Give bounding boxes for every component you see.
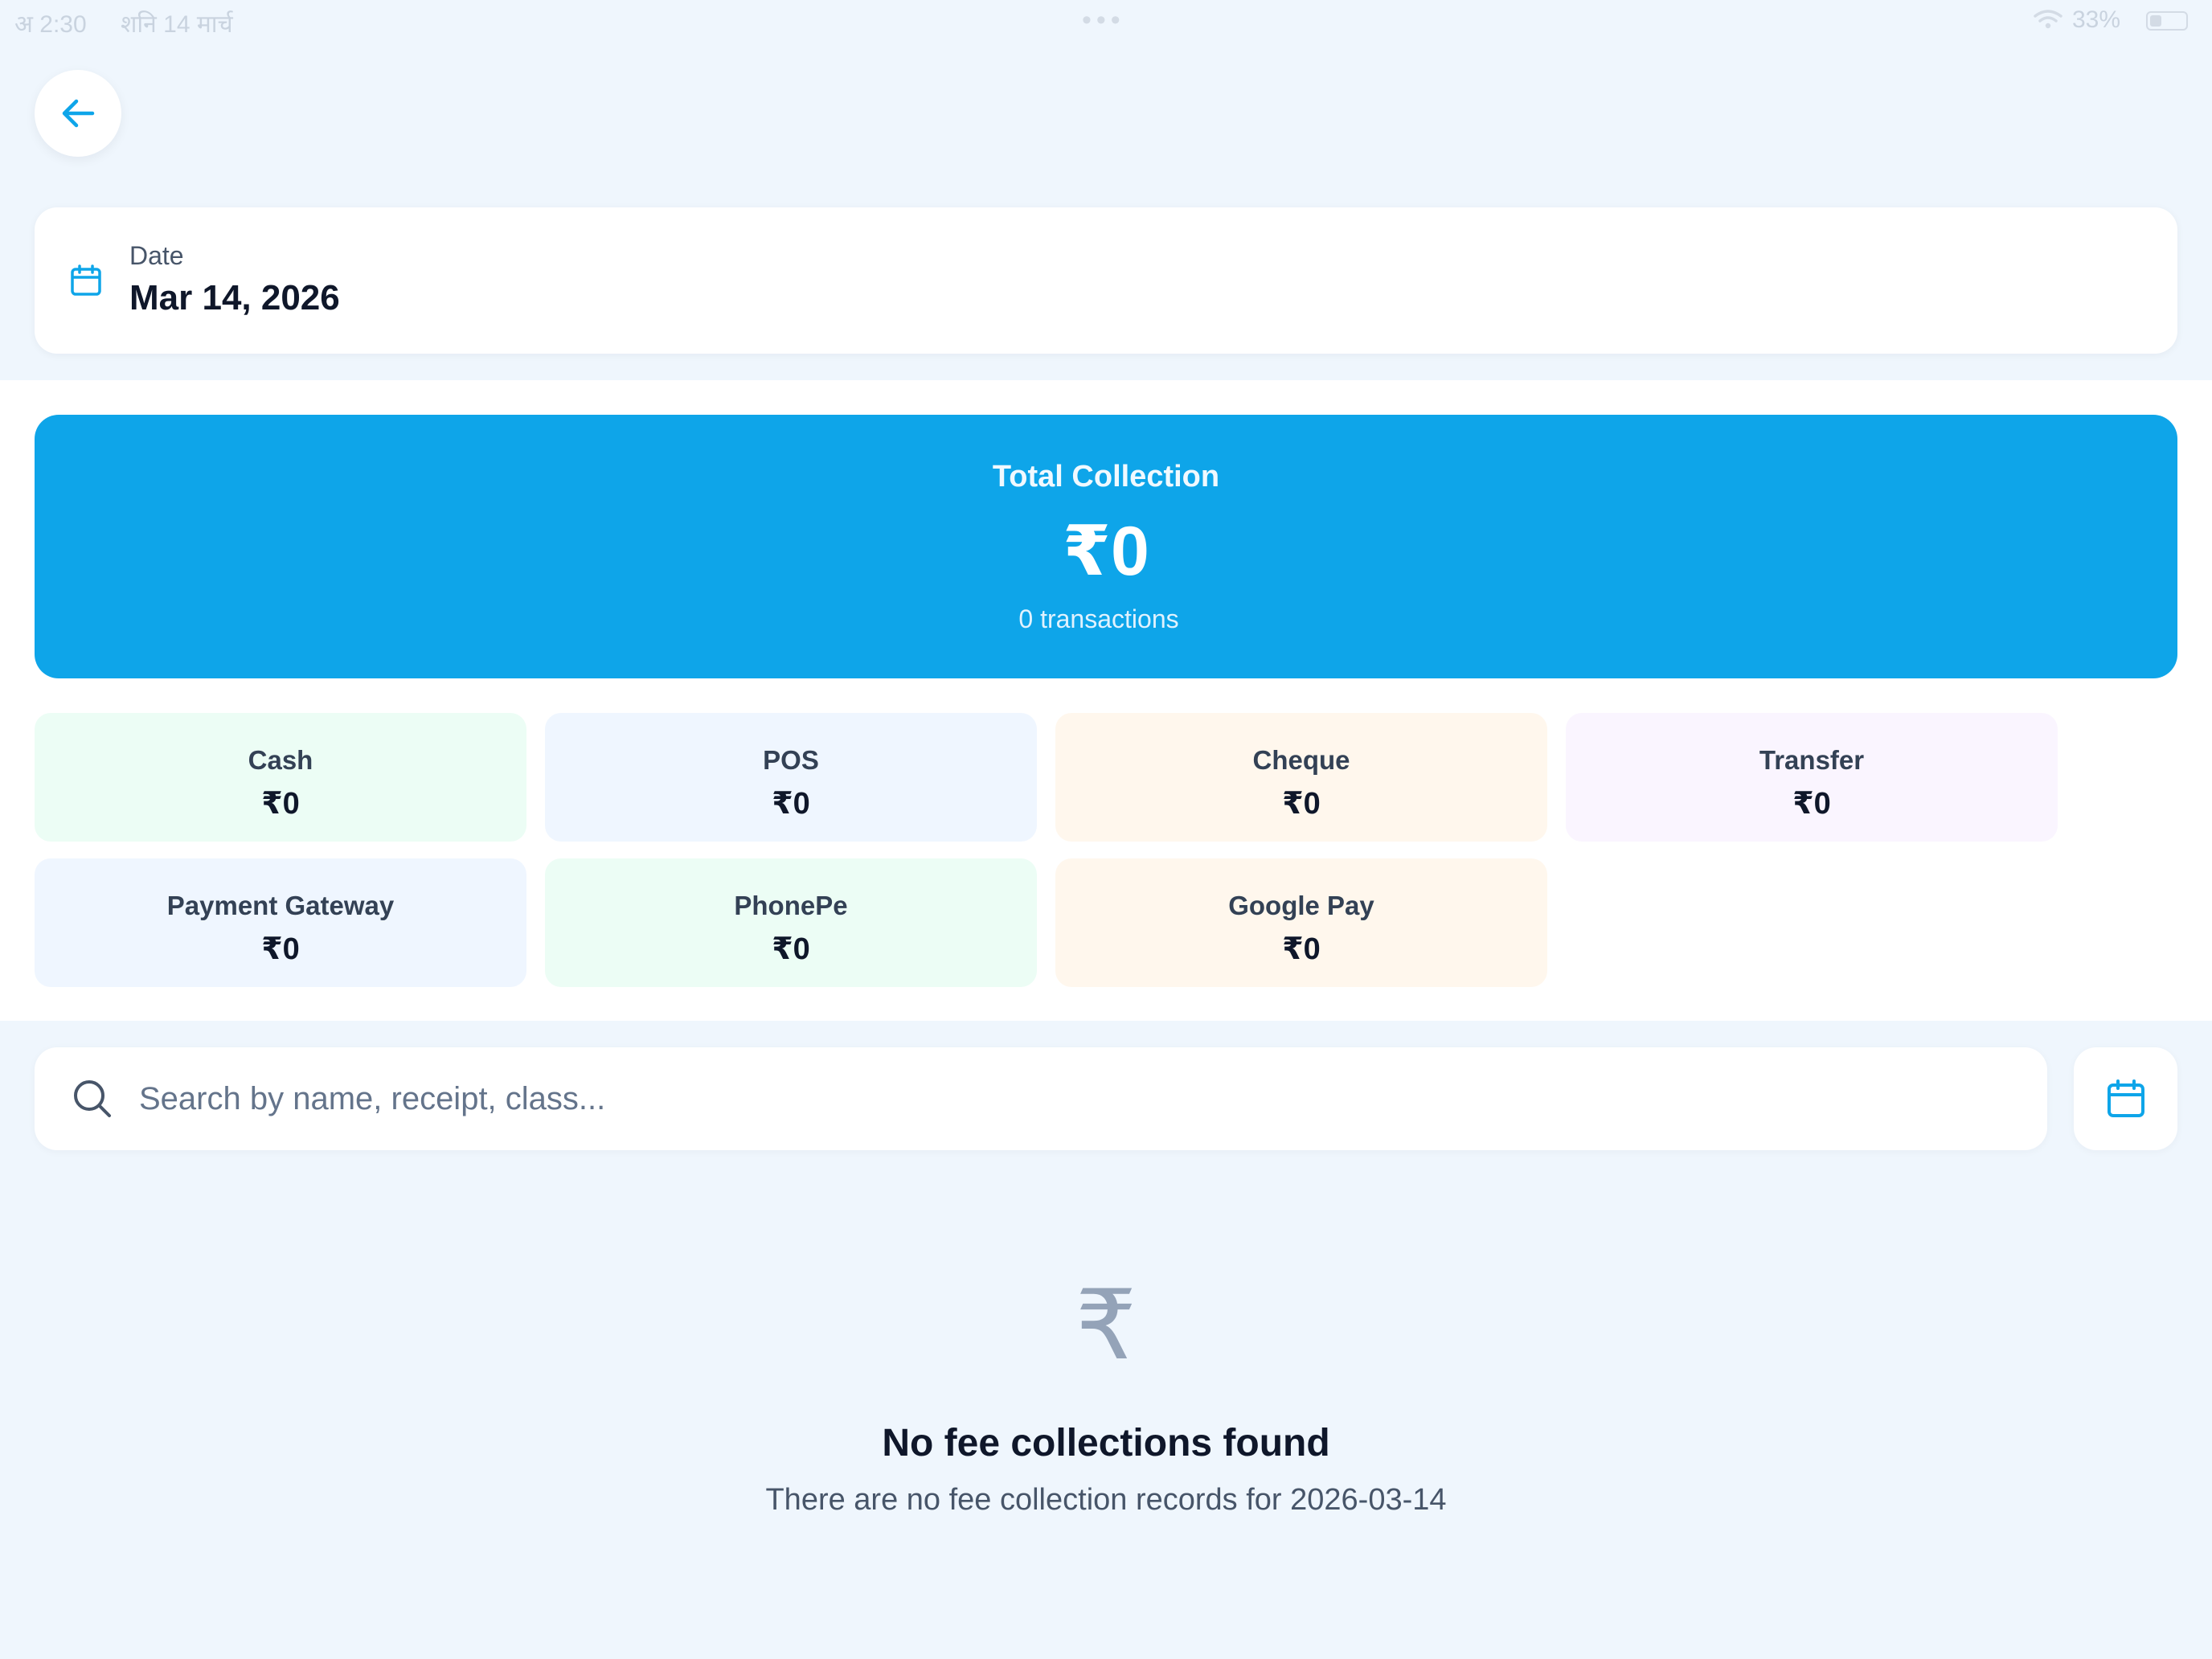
back-button[interactable] bbox=[35, 70, 121, 157]
payment-tile-label: Google Pay bbox=[1228, 891, 1374, 920]
battery-icon bbox=[2146, 11, 2188, 31]
battery-percentage: 33% bbox=[2072, 6, 2121, 33]
search-icon bbox=[74, 1080, 111, 1117]
total-collection-amount: ₹0 bbox=[1063, 513, 1149, 590]
empty-state-message: There are no fee collection records for … bbox=[765, 1483, 1447, 1517]
payment-tile-google-pay[interactable]: Google Pay ₹0 bbox=[1055, 858, 1547, 987]
date-label: Date bbox=[129, 241, 184, 270]
payment-tile-amount: ₹0 bbox=[1792, 787, 1831, 821]
payment-tile-label: Cash bbox=[248, 745, 313, 775]
payment-tile-payment-gateway[interactable]: Payment Gateway ₹0 bbox=[35, 858, 526, 987]
payment-tile-label: PhonePe bbox=[734, 891, 848, 920]
wifi-icon bbox=[2034, 10, 2062, 29]
status-date: शनि 14 मार्च bbox=[121, 11, 233, 38]
search-input[interactable] bbox=[137, 1070, 1986, 1128]
status-bar: अ 2:30 शनि 14 मार्च ••• 33% bbox=[0, 0, 2212, 43]
calendar-icon bbox=[71, 264, 101, 296]
payment-tile-amount: ₹0 bbox=[772, 932, 810, 966]
payment-tile-amount: ₹0 bbox=[261, 787, 300, 821]
date-value: Mar 14, 2026 bbox=[129, 278, 340, 317]
payment-tile-label: Payment Gateway bbox=[166, 891, 395, 920]
payment-tile-amount: ₹0 bbox=[1282, 932, 1321, 966]
battery-level bbox=[2150, 15, 2161, 27]
payment-tile-label: POS bbox=[763, 745, 819, 775]
arrow-left-icon bbox=[62, 99, 95, 128]
search-bar bbox=[35, 1047, 2047, 1150]
calendar-filter-button[interactable] bbox=[2074, 1047, 2177, 1150]
payment-tile-amount: ₹0 bbox=[261, 932, 300, 966]
payment-tile-label: Cheque bbox=[1252, 745, 1350, 775]
total-collection-title: Total Collection bbox=[992, 460, 1220, 494]
status-time: अ 2:30 bbox=[14, 11, 87, 38]
transactions-count: 0 transactions bbox=[1018, 604, 1179, 633]
multitask-dots[interactable]: ••• bbox=[1082, 5, 1125, 36]
payment-tile-amount: ₹0 bbox=[772, 787, 810, 821]
payment-tile-cheque[interactable]: Cheque ₹0 bbox=[1055, 713, 1547, 842]
calendar-icon bbox=[2107, 1079, 2144, 1117]
total-collection-card: Total Collection ₹0 0 transactions bbox=[35, 415, 2177, 678]
payment-tile-label: Transfer bbox=[1759, 745, 1865, 775]
payment-tile-cash[interactable]: Cash ₹0 bbox=[35, 713, 526, 842]
payment-tile-amount: ₹0 bbox=[1282, 787, 1321, 821]
rupee-icon: ₹ bbox=[1075, 1270, 1137, 1382]
payment-tile-transfer[interactable]: Transfer ₹0 bbox=[1566, 713, 2058, 842]
payment-tile-pos[interactable]: POS ₹0 bbox=[545, 713, 1037, 842]
payment-tile-phonepe[interactable]: PhonePe ₹0 bbox=[545, 858, 1037, 987]
date-card[interactable]: Date Mar 14, 2026 bbox=[35, 207, 2177, 354]
empty-state-title: No fee collections found bbox=[882, 1422, 1330, 1464]
